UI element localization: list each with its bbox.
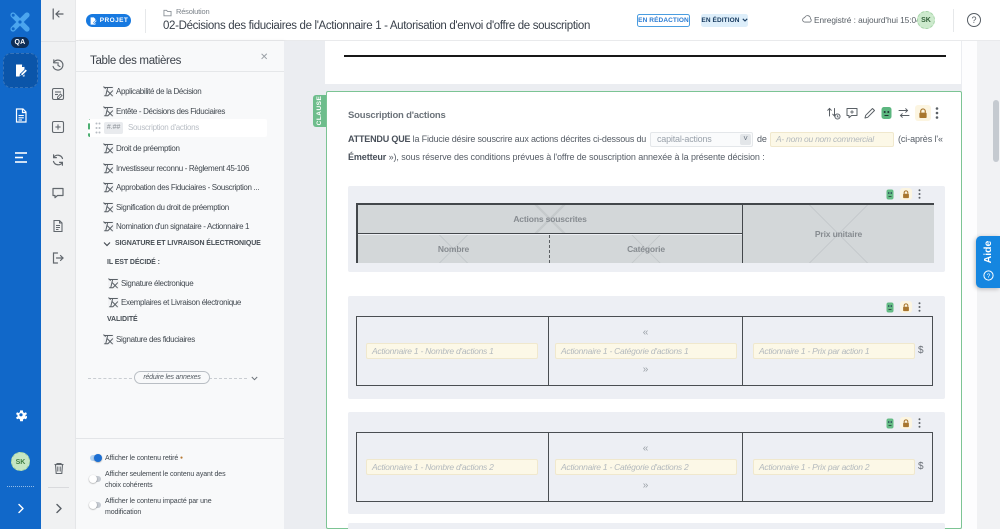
svg-text:?: ? — [987, 273, 991, 280]
svg-text:?: ? — [971, 15, 976, 25]
